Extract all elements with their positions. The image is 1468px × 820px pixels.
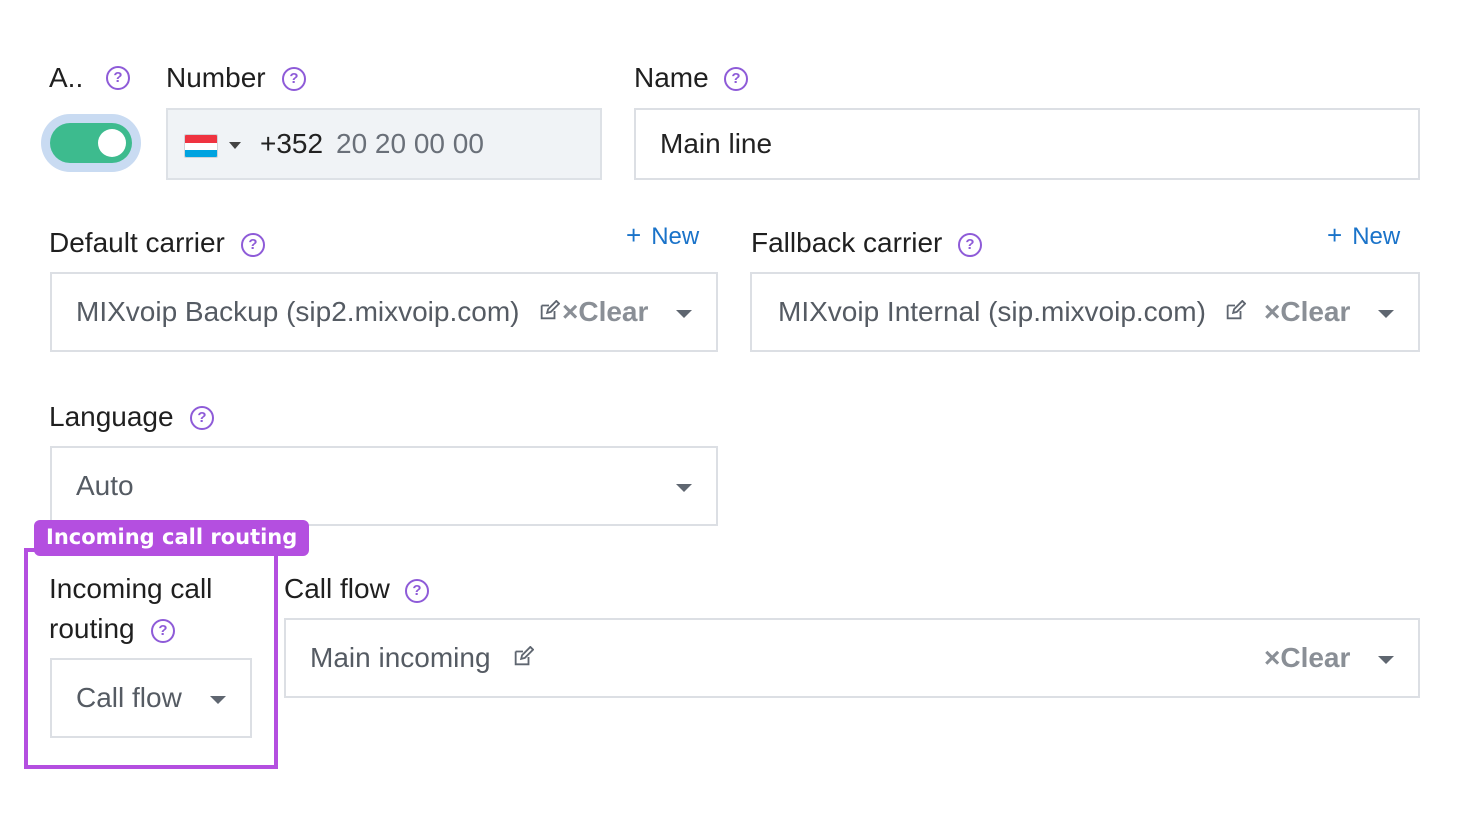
call-flow-value: Main incoming: [310, 642, 491, 673]
active-toggle-track: [50, 123, 132, 163]
fallback-carrier-clear-button[interactable]: ×Clear: [1264, 296, 1350, 328]
incoming-routing-label-line2: routing: [49, 613, 135, 644]
active-label: A..: [49, 62, 84, 93]
plus-icon: +: [1327, 220, 1343, 250]
incoming-routing-tag: Incoming call routing: [34, 520, 310, 556]
call-flow-help-icon[interactable]: ?: [405, 579, 429, 603]
active-toggle[interactable]: [41, 114, 141, 172]
active-help-icon[interactable]: ?: [106, 66, 130, 90]
fallback-carrier-help-icon[interactable]: ?: [958, 233, 982, 257]
incoming-routing-value: Call flow: [76, 682, 182, 713]
language-select[interactable]: Auto: [50, 446, 718, 526]
chevron-down-icon[interactable]: [210, 696, 226, 704]
active-toggle-knob: [98, 129, 126, 157]
default-carrier-select[interactable]: MIXvoip Backup (sip2.mixvoip.com) ×Clear: [50, 272, 718, 352]
language-label: Language: [49, 401, 174, 432]
fallback-carrier-new-label: New: [1352, 223, 1401, 250]
fallback-carrier-new-button[interactable]: + New: [1327, 220, 1400, 251]
chevron-down-icon[interactable]: [1378, 310, 1394, 318]
number-help-icon[interactable]: ?: [282, 67, 306, 91]
number-label: Number: [166, 62, 266, 93]
plus-icon: +: [626, 220, 642, 250]
call-flow-clear-button[interactable]: ×Clear: [1264, 642, 1350, 674]
country-selector[interactable]: [184, 132, 244, 160]
chevron-down-icon[interactable]: [1378, 656, 1394, 664]
chevron-down-icon: [229, 142, 241, 149]
language-value: Auto: [76, 470, 134, 501]
name-label: Name: [634, 62, 709, 93]
number-input[interactable]: 20 20 00 00: [336, 128, 484, 160]
fallback-carrier-value: MIXvoip Internal (sip.mixvoip.com): [778, 296, 1206, 327]
luxembourg-flag-icon: [184, 134, 218, 158]
number-field[interactable]: +352 20 20 00 00: [166, 108, 602, 180]
fallback-carrier-select[interactable]: MIXvoip Internal (sip.mixvoip.com) ×Clea…: [750, 272, 1420, 352]
chevron-down-icon[interactable]: [676, 310, 692, 318]
default-carrier-new-label: New: [651, 223, 700, 250]
name-input[interactable]: Main line: [660, 128, 772, 160]
incoming-routing-select[interactable]: Call flow: [50, 658, 252, 738]
edit-icon[interactable]: [1224, 300, 1246, 322]
edit-icon[interactable]: [538, 300, 560, 322]
language-help-icon[interactable]: ?: [190, 406, 214, 430]
incoming-routing-help-icon[interactable]: ?: [151, 619, 175, 643]
default-carrier-clear-button[interactable]: ×Clear: [562, 296, 648, 328]
default-carrier-help-icon[interactable]: ?: [241, 233, 265, 257]
default-carrier-new-button[interactable]: + New: [626, 220, 699, 251]
incoming-routing-label-line1: Incoming call: [49, 573, 213, 604]
call-flow-label: Call flow: [284, 573, 390, 604]
edit-icon[interactable]: [512, 646, 534, 668]
chevron-down-icon[interactable]: [676, 484, 692, 492]
default-carrier-value: MIXvoip Backup (sip2.mixvoip.com): [76, 296, 520, 327]
call-flow-select[interactable]: Main incoming ×Clear: [284, 618, 1420, 698]
country-prefix: +352: [260, 128, 324, 159]
name-help-icon[interactable]: ?: [724, 67, 748, 91]
default-carrier-label: Default carrier: [49, 227, 225, 258]
name-field[interactable]: Main line: [634, 108, 1420, 180]
fallback-carrier-label: Fallback carrier: [751, 227, 943, 258]
